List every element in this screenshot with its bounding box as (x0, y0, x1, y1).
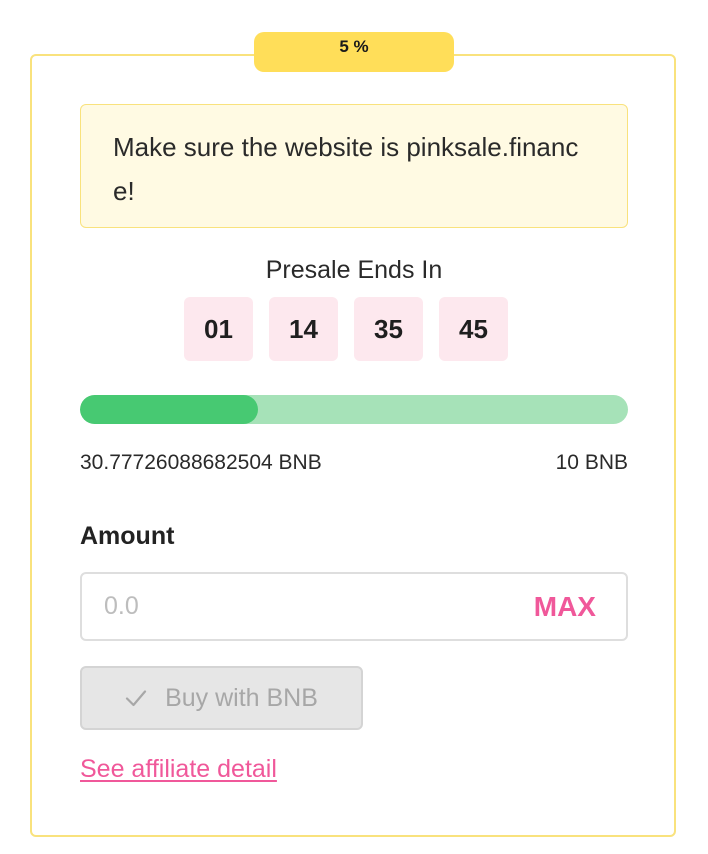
countdown-days: 01 (184, 297, 253, 361)
amount-label: Amount (80, 522, 175, 550)
countdown-hours: 14 (269, 297, 338, 361)
countdown-seconds: 45 (439, 297, 508, 361)
goal-amount: 10 BNB (555, 451, 628, 474)
presale-ends-title: Presale Ends In (265, 256, 443, 284)
raised-amount: 30.77726088682504 BNB (80, 451, 322, 474)
countdown-minutes: 35 (354, 297, 423, 361)
sale-progress-bar (80, 395, 628, 424)
amount-field: MAX (80, 572, 628, 641)
buy-with-bnb-button[interactable]: Buy with BNB (80, 666, 363, 730)
buy-button-label: Buy with BNB (165, 683, 318, 712)
check-icon (125, 687, 147, 709)
amount-input[interactable] (104, 574, 484, 639)
see-affiliate-detail-link[interactable]: See affiliate detail (80, 752, 277, 786)
website-warning: Make sure the website is pinksale.financ… (80, 104, 628, 228)
percentage-badge: 5 % (254, 32, 454, 72)
max-button[interactable]: MAX (534, 574, 596, 639)
sale-progress-fill (80, 395, 259, 424)
